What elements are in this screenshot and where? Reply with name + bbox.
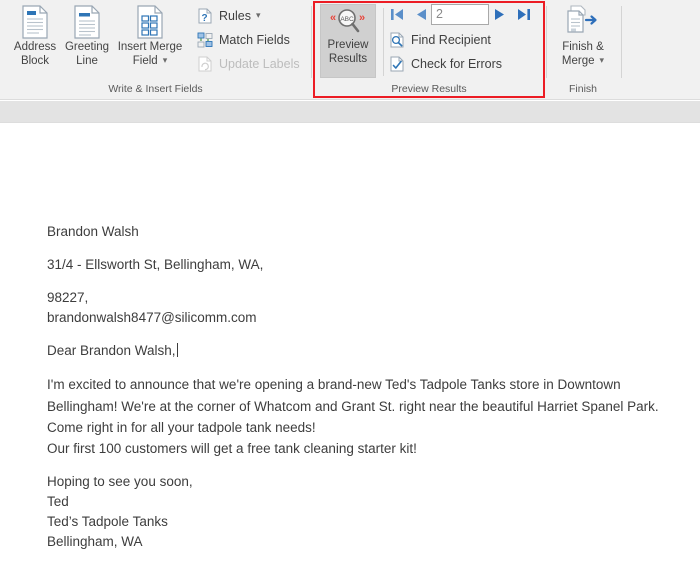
preview-results-group-label: Preview Results: [316, 83, 542, 95]
previous-record-button[interactable]: [412, 4, 430, 24]
group-separator: [621, 6, 622, 78]
write-insert-fields-group-label: Write & Insert Fields: [0, 83, 311, 95]
finish-and-merge-label-line1: Finish &: [552, 41, 614, 55]
rules-icon: ?: [196, 7, 214, 25]
next-record-icon: [494, 8, 506, 21]
preview-results-label-line1: Preview: [321, 39, 375, 53]
match-fields-label: Match Fields: [219, 33, 290, 47]
find-recipient-button[interactable]: Find Recipient: [388, 29, 491, 51]
greeting-line-icon: [56, 4, 118, 40]
preview-results-label-line2: Results: [321, 53, 375, 67]
salutation-text: Dear Brandon Walsh,: [47, 343, 176, 358]
document-page[interactable]: Brandon Walsh 31/4 - Ellsworth St, Belli…: [0, 124, 700, 580]
svg-text:?: ?: [201, 13, 207, 24]
find-recipient-label: Find Recipient: [411, 33, 491, 47]
insert-merge-field-label-line1: Insert Merge: [112, 41, 188, 55]
update-labels-label: Update Labels: [219, 57, 300, 71]
insert-merge-field-button[interactable]: Insert Merge Field ▾: [112, 4, 188, 68]
greeting-line-label-line2: Line: [56, 55, 118, 69]
first-record-icon: [390, 8, 404, 21]
update-labels-button[interactable]: Update Labels: [196, 53, 300, 75]
closing-line-4: Bellingham, WA: [47, 532, 687, 552]
finish-and-merge-label-line2: Merge ▾: [552, 55, 614, 69]
record-number-input[interactable]: 2: [431, 4, 489, 25]
ribbon-body: Address Block: [0, 0, 700, 99]
svg-text:ABC: ABC: [340, 16, 354, 23]
recipient-postcode: 98227,: [47, 288, 687, 308]
recipient-address: 31/4 - Ellsworth St, Bellingham, WA,: [47, 255, 687, 275]
rules-button[interactable]: ? Rules ▾: [196, 5, 261, 27]
group-separator: [311, 6, 312, 78]
greeting-line-label-line1: Greeting: [56, 41, 118, 55]
previous-record-icon: [415, 8, 427, 21]
update-labels-icon: [196, 55, 214, 73]
body-block: I'm excited to announce that we're openi…: [47, 374, 687, 459]
recipient-postcode-email-block: 98227, brandonwalsh8477@silicomm.com: [47, 288, 687, 328]
match-fields-icon: [196, 31, 214, 49]
last-record-button[interactable]: [515, 4, 533, 24]
preview-results-toggle[interactable]: « » ABC Preview Results: [320, 4, 376, 78]
preview-results-icon: « » ABC: [321, 5, 375, 39]
finish-and-merge-label-line2-text: Merge: [562, 55, 595, 67]
check-for-errors-icon: [388, 55, 406, 73]
last-record-icon: [517, 8, 531, 21]
recipient-email: brandonwalsh8477@silicomm.com: [47, 308, 687, 328]
rules-label: Rules: [219, 9, 251, 23]
next-record-button[interactable]: [491, 4, 509, 24]
group-separator: [546, 6, 547, 78]
svg-text:»: »: [359, 12, 365, 24]
chevron-down-icon: ▾: [256, 10, 261, 21]
svg-text:«: «: [330, 12, 336, 24]
group-separator-inner: [383, 8, 384, 76]
insert-merge-field-label-line2-text: Field: [133, 55, 158, 67]
document-body[interactable]: Brandon Walsh 31/4 - Ellsworth St, Belli…: [47, 222, 687, 565]
finish-and-merge-button[interactable]: Finish & Merge ▾: [552, 4, 614, 68]
match-fields-button[interactable]: Match Fields: [196, 29, 290, 51]
first-record-button[interactable]: [388, 4, 406, 24]
text-cursor: [177, 343, 178, 357]
finish-group-label: Finish: [548, 83, 618, 95]
check-for-errors-label: Check for Errors: [411, 57, 502, 71]
finish-and-merge-icon: [552, 4, 614, 40]
insert-merge-field-icon: [112, 4, 188, 40]
chevron-down-icon: ▾: [600, 54, 605, 68]
salutation: Dear Brandon Walsh,: [47, 341, 687, 361]
ribbon: Address Block: [0, 0, 700, 100]
document-top-margin-band: [0, 101, 700, 123]
recipient-name: Brandon Walsh: [47, 222, 687, 242]
closing-block: Hoping to see you soon, Ted Ted’s Tadpol…: [47, 472, 687, 552]
chevron-down-icon: ▾: [163, 54, 168, 68]
closing-line-1: Hoping to see you soon,: [47, 472, 687, 492]
closing-line-3: Ted’s Tadpole Tanks: [47, 512, 687, 532]
insert-merge-field-label-line2: Field ▾: [112, 55, 188, 69]
body-paragraph: I'm excited to announce that we're openi…: [47, 374, 687, 439]
closing-line-2: Ted: [47, 492, 687, 512]
check-for-errors-button[interactable]: Check for Errors: [388, 53, 502, 75]
find-recipient-icon: [388, 31, 406, 49]
body-line-2: Our first 100 customers will get a free …: [47, 439, 687, 459]
greeting-line-button[interactable]: Greeting Line: [56, 4, 118, 68]
